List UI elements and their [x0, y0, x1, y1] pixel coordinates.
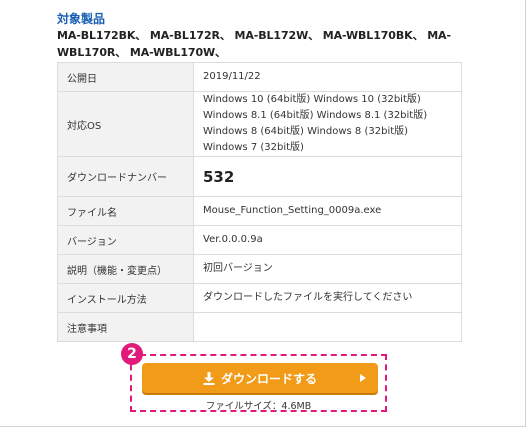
row-value-download-number: 532	[193, 156, 462, 197]
section-title: 対象製品	[57, 12, 106, 26]
row-value-notes	[193, 312, 462, 342]
table-row: バージョン Ver.0.0.0.9a	[57, 225, 462, 255]
row-key-version: バージョン	[57, 225, 194, 255]
row-value-description: 初回バージョン	[193, 254, 462, 284]
row-value-version: Ver.0.0.0.9a	[193, 225, 462, 255]
row-key-notes: 注意事項	[57, 312, 194, 342]
table-row: 公開日 2019/11/22	[57, 62, 462, 92]
table-row: ファイル名 Mouse_Function_Setting_0009a.exe	[57, 196, 462, 226]
spec-table: 公開日 2019/11/22 対応OS Windows 10 (64bit版) …	[57, 62, 462, 342]
download-button-label: ダウンロードする	[220, 371, 317, 386]
row-key-install: インストール方法	[57, 283, 194, 313]
row-key-download-number: ダウンロードナンバー	[57, 156, 194, 197]
row-value-os: Windows 10 (64bit版) Windows 10 (32bit版) …	[193, 91, 462, 157]
table-row: ダウンロードナンバー 532	[57, 156, 462, 197]
row-value-release-date: 2019/11/22	[193, 62, 462, 92]
table-row: インストール方法 ダウンロードしたファイルを実行してください	[57, 283, 462, 313]
row-value-filename: Mouse_Function_Setting_0009a.exe	[193, 196, 462, 226]
file-size: ファイルサイズ：4.6MB	[205, 401, 312, 412]
table-row: 説明（機能・変更点） 初回バージョン	[57, 254, 462, 284]
download-icon	[203, 371, 215, 385]
row-key-filename: ファイル名	[57, 196, 194, 226]
table-row: 対応OS Windows 10 (64bit版) Windows 10 (32b…	[57, 91, 462, 157]
step-badge: 2	[121, 343, 143, 365]
chevron-right-icon	[360, 374, 366, 382]
row-key-os: 対応OS	[57, 91, 194, 157]
model-list: MA-BL172BK、 MA-BL172R、 MA-BL172W、 MA-WBL…	[57, 29, 451, 59]
table-row: 注意事項	[57, 312, 462, 342]
row-value-install: ダウンロードしたファイルを実行してください	[193, 283, 462, 313]
download-button[interactable]: ダウンロードする	[142, 363, 378, 393]
row-key-release-date: 公開日	[57, 62, 194, 92]
row-key-description: 説明（機能・変更点）	[57, 254, 194, 284]
